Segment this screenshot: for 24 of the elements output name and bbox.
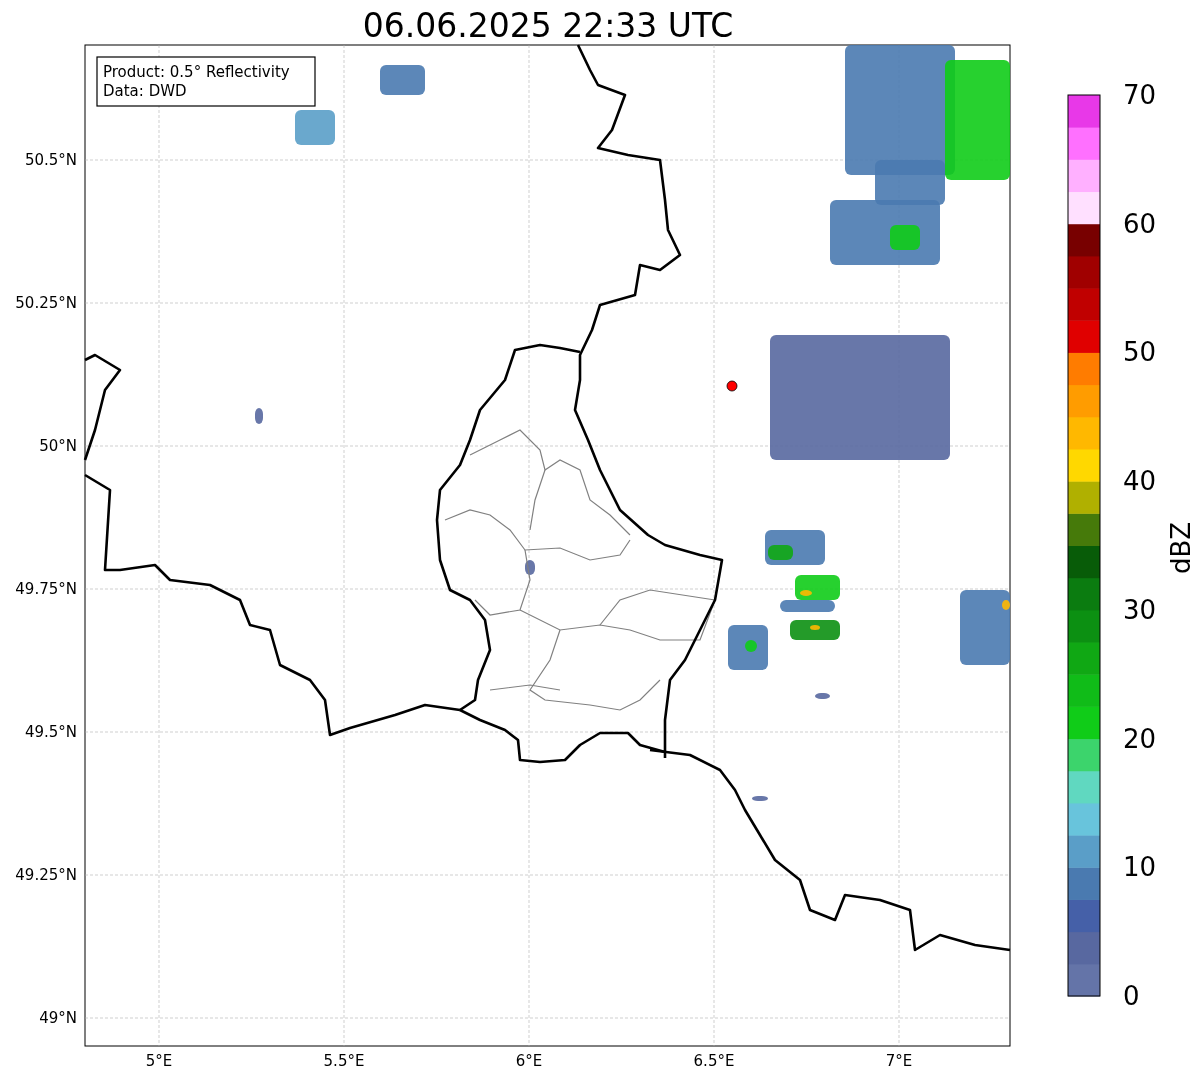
latitude-label: 50.5°N: [24, 151, 77, 169]
latitude-label: 49.5°N: [24, 723, 77, 741]
colorbar-tick-label: 10: [1123, 852, 1157, 883]
chart-title: 06.06.2025 22:33 UTC: [362, 6, 734, 45]
longitude-label: 6.5°E: [693, 1052, 735, 1070]
latitude-label: 49°N: [39, 1009, 77, 1027]
info-text: Product: 0.5° Reflectivity: [103, 63, 290, 81]
info-text: Data: DWD: [103, 82, 187, 100]
colorbar-tick-label: 20: [1123, 723, 1157, 754]
latitude-label: 50°N: [39, 437, 77, 455]
latitude-label: 49.25°N: [15, 866, 77, 884]
latitude-label: 49.75°N: [15, 580, 77, 598]
longitude-label: 7°E: [885, 1052, 913, 1070]
colorbar-tick-label: 40: [1123, 466, 1157, 497]
colorbar-tick-label: 70: [1123, 80, 1157, 110]
longitude-label: 6°E: [515, 1052, 543, 1070]
colorbar-tick-label: 0: [1123, 981, 1140, 1011]
colorbar-tick-label: 30: [1123, 594, 1157, 625]
colorbar-tick-label: 50: [1123, 337, 1157, 368]
latitude-label: 50.25°N: [15, 294, 77, 312]
longitude-label: 5°E: [145, 1052, 173, 1070]
colorbar-label: dBZ: [1166, 521, 1196, 575]
longitude-label: 5.5°E: [323, 1052, 365, 1070]
colorbar-tick-label: 60: [1123, 208, 1157, 239]
